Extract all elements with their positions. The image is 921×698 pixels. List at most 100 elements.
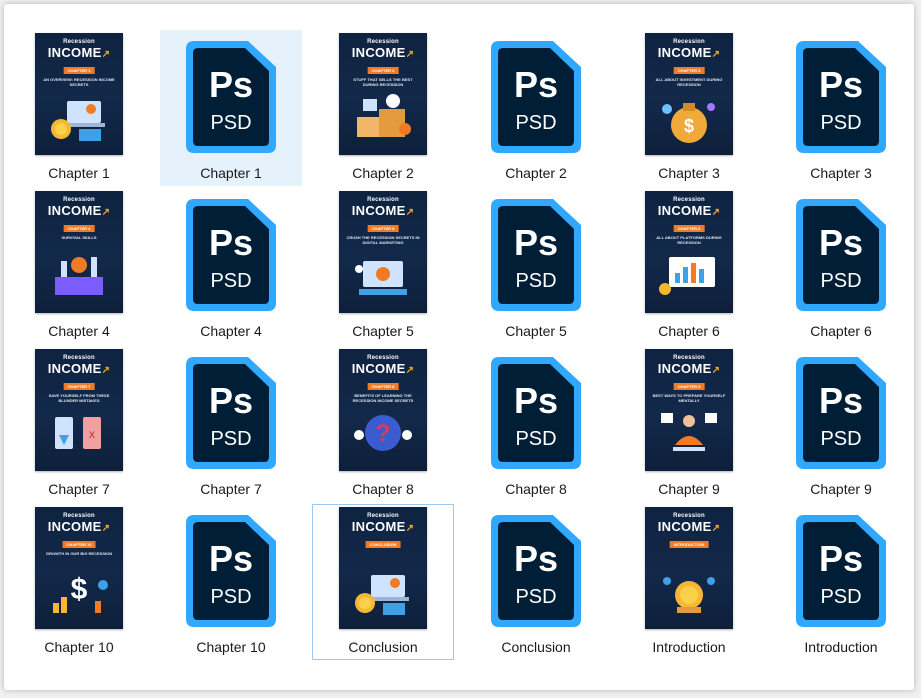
ps-badge-text: Ps [819,538,863,579]
cover-brand-title: INCOME↗ [657,519,721,534]
book-cover: Recession INCOME↗ CONCLUSION [339,507,427,629]
cover-illustration: $ [53,573,108,613]
image-thumbnail: Recession INCOME↗ CHAPTER 3 ALL ABOUT IN… [645,33,733,155]
file-name-label: Introduction [804,639,878,655]
file-explorer-view: Recession INCOME↗ CHAPTER 1 AN OVERVIEW:… [4,4,914,690]
cover-chapter-tag: CONCLUSION [365,541,401,548]
arrow-up-icon: ↗ [101,523,111,534]
book-cover: Recession INCOME↗ CHAPTER 3 ALL ABOUT IN… [645,33,733,155]
psd-extension-text: PSD [820,270,861,292]
file-name-label: Chapter 3 [810,165,872,181]
psd-extension-text: PSD [210,586,251,608]
file-item-image[interactable]: Recession INCOME↗ CONCLUSION Conclusion [312,504,454,660]
ps-badge-text: Ps [209,538,253,579]
psd-extension-text: PSD [515,428,556,450]
svg-text:?: ? [376,420,391,447]
photoshop-file-icon: Ps PSD [796,357,886,469]
file-item-image[interactable]: Recession INCOME↗ CHAPTER 10 GROWTH IN O… [8,504,150,660]
image-thumbnail: Recession INCOME↗ CHAPTER 4 SURVIVAL SKI… [35,191,123,313]
cover-subtitle: BEST WAYS TO PREPARE YOURSELF MENTALLY [652,393,726,403]
cover-brand-title: INCOME↗ [351,45,415,60]
photoshop-file-icon: Ps PSD [796,515,886,627]
psd-extension-text: PSD [820,112,861,134]
file-name-label: Chapter 4 [48,323,110,339]
cover-subtitle: GROWTH IN OUR BIG RECESSION [45,551,113,556]
file-item-psd[interactable]: Ps PSD Chapter 10 [160,504,302,660]
cover-subtitle: AN OVERVIEW: RECESSION INCOME SECRETS [43,77,115,87]
cover-subtitle: SURVIVAL SKILLS [61,235,97,240]
arrow-up-icon: ↗ [711,207,721,218]
file-item-psd[interactable]: Ps PSD Chapter 8 [465,346,607,502]
cover-subtitle: BENEFITS OF LEARNING THE RECESSION INCOM… [352,393,414,403]
file-item-image[interactable]: Recession INCOME↗ CHAPTER 9 BEST WAYS TO… [618,346,760,502]
file-item-psd[interactable]: Ps PSD Chapter 3 [770,30,912,186]
image-thumbnail: Recession INCOME↗ CHAPTER 2 STUFF THAT S… [339,33,427,155]
file-name-label: Chapter 9 [658,481,720,497]
file-item-psd[interactable]: Ps PSD Chapter 1 [160,30,302,186]
arrow-up-icon: ↗ [405,523,415,534]
cover-chapter-tag: CHAPTER 2 [367,67,399,74]
cover-chapter-tag: CHAPTER 10 [62,541,96,548]
file-item-image[interactable]: Recession INCOME↗ CHAPTER 1 AN OVERVIEW:… [8,30,150,186]
arrow-up-icon: ↗ [101,207,111,218]
file-item-image[interactable]: Recession INCOME↗ INTRODUCTION Introduct… [618,504,760,660]
cover-chapter-tag: CHAPTER 6 [673,225,705,232]
file-item-image[interactable]: Recession INCOME↗ CHAPTER 3 ALL ABOUT IN… [618,30,760,186]
book-cover: Recession INCOME↗ CHAPTER 2 STUFF THAT S… [339,33,427,155]
arrow-up-icon: ↗ [405,49,415,60]
cover-chapter-tag: CHAPTER 7 [63,383,95,390]
book-cover: Recession INCOME↗ CHAPTER 8 BENEFITS OF … [339,349,427,471]
photoshop-file-icon: Ps PSD [186,357,276,469]
cover-chapter-tag: CHAPTER 4 [63,225,95,232]
cover-brand-title: INCOME↗ [47,203,111,218]
file-item-image[interactable]: Recession INCOME↗ CHAPTER 4 SURVIVAL SKI… [8,188,150,344]
file-item-psd[interactable]: Ps PSD Chapter 2 [465,30,607,186]
file-item-image[interactable]: Recession INCOME↗ CHAPTER 8 BENEFITS OF … [312,346,454,502]
arrow-up-icon: ↗ [711,49,721,60]
arrow-up-icon: ↗ [711,523,721,534]
cover-illustration [51,101,105,141]
file-name-label: Chapter 5 [505,323,567,339]
image-thumbnail: Recession INCOME↗ INTRODUCTION [645,507,733,629]
file-item-psd[interactable]: Ps PSD Conclusion [465,504,607,660]
photoshop-file-icon: Ps PSD [186,515,276,627]
image-thumbnail: Recession INCOME↗ CHAPTER 6 ALL ABOUT PL… [645,191,733,313]
cover-chapter-tag: CHAPTER 5 [367,225,399,232]
file-item-psd[interactable]: Ps PSD Chapter 7 [160,346,302,502]
photoshop-file-icon: Ps PSD [186,199,276,311]
file-name-label: Chapter 1 [48,165,110,181]
file-name-label: Chapter 10 [44,639,114,655]
image-thumbnail: Recession INCOME↗ CONCLUSION [339,507,427,629]
file-name-label: Chapter 2 [505,165,567,181]
file-item-image[interactable]: Recession INCOME↗ CHAPTER 7 SAVE YOURSEL… [8,346,150,502]
file-name-label: Chapter 8 [505,481,567,497]
file-item-image[interactable]: Recession INCOME↗ CHAPTER 5 CRUSH THE RE… [312,188,454,344]
ps-badge-text: Ps [209,222,253,263]
psd-extension-text: PSD [210,428,251,450]
file-name-label: Chapter 1 [200,165,262,181]
ps-badge-text: Ps [819,64,863,105]
psd-extension-text: PSD [820,428,861,450]
cover-illustration [355,261,407,295]
arrow-up-icon: ↗ [101,49,111,60]
file-item-psd[interactable]: Ps PSD Chapter 4 [160,188,302,344]
file-item-image[interactable]: Recession INCOME↗ CHAPTER 6 ALL ABOUT PL… [618,188,760,344]
svg-text:x: x [89,427,95,441]
ps-badge-text: Ps [514,380,558,421]
psd-extension-text: PSD [210,112,251,134]
cover-illustration [357,94,411,137]
file-item-psd[interactable]: Ps PSD Chapter 5 [465,188,607,344]
image-thumbnail: Recession INCOME↗ CHAPTER 7 SAVE YOURSEL… [35,349,123,471]
file-item-psd[interactable]: Ps PSD Chapter 9 [770,346,912,502]
ps-badge-text: Ps [209,64,253,105]
file-name-label: Conclusion [501,639,571,655]
file-item-image[interactable]: Recession INCOME↗ CHAPTER 2 STUFF THAT S… [312,30,454,186]
file-item-psd[interactable]: Ps PSD Introduction [770,504,912,660]
photoshop-file-icon: Ps PSD [796,41,886,153]
cover-subtitle: ALL ABOUT INVESTMENT DURING RECESSION [655,77,723,87]
cover-subtitle: SAVE YOURSELF FROM THESE BLUNDER MISTAKE… [48,393,110,403]
file-item-psd[interactable]: Ps PSD Chapter 6 [770,188,912,344]
arrow-up-icon: ↗ [405,207,415,218]
file-name-label: Chapter 3 [658,165,720,181]
arrow-up-icon: ↗ [101,365,111,376]
